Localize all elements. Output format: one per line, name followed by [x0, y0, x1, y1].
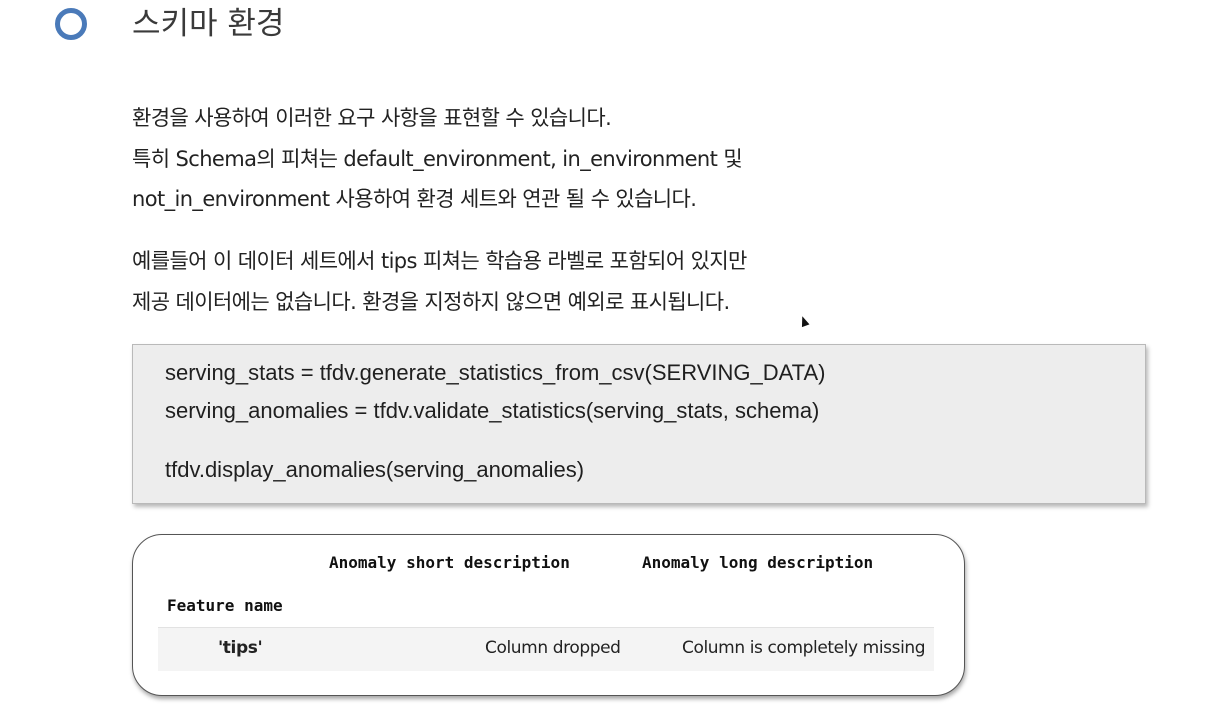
bullet-circle-icon: [55, 8, 87, 40]
code-block: serving_stats = tfdv.generate_statistics…: [132, 344, 1146, 504]
code-line: serving_stats = tfdv.generate_statistics…: [165, 360, 826, 385]
paragraph-line: not_in_environment 사용하여 환경 세트와 연관 될 수 있습…: [132, 187, 697, 211]
cell-feature: 'tips': [218, 638, 263, 658]
paragraph-example: 예를들어 이 데이터 세트에서 tips 피쳐는 학습용 라벨로 포함되어 있지…: [132, 241, 747, 322]
header-short-description: Anomaly short description: [329, 553, 570, 572]
paragraph-line: 특히 Schema의 피쳐는 default_environment, in_e…: [132, 146, 743, 171]
cell-short-description: Column dropped: [485, 638, 621, 658]
cell-long-description: Column is completely missing: [682, 638, 926, 658]
section-heading: 스키마 환경: [132, 6, 285, 42]
header-feature-name: Feature name: [167, 596, 283, 615]
paragraph-line: 제공 데이터에는 없습니다. 환경을 지정하지 않으면 예외로 표시됩니다.: [132, 289, 730, 314]
header-long-description: Anomaly long description: [642, 553, 874, 572]
mouse-cursor-icon: [798, 314, 810, 328]
paragraph-line: 환경을 사용하여 이러한 요구 사항을 표현할 수 있습니다.: [132, 106, 612, 130]
code-line: tfdv.display_anomalies(serving_anomalies…: [165, 457, 585, 482]
paragraph-line: 예를들어 이 데이터 세트에서 tips 피쳐는 학습용 라벨로 포함되어 있지…: [132, 249, 747, 273]
paragraph-environments: 환경을 사용하여 이러한 요구 사항을 표현할 수 있습니다. 특히 Schem…: [132, 98, 743, 220]
code-line: serving_anomalies = tfdv.validate_statis…: [165, 398, 820, 423]
anomalies-table: Anomaly short description Anomaly long d…: [132, 534, 965, 696]
